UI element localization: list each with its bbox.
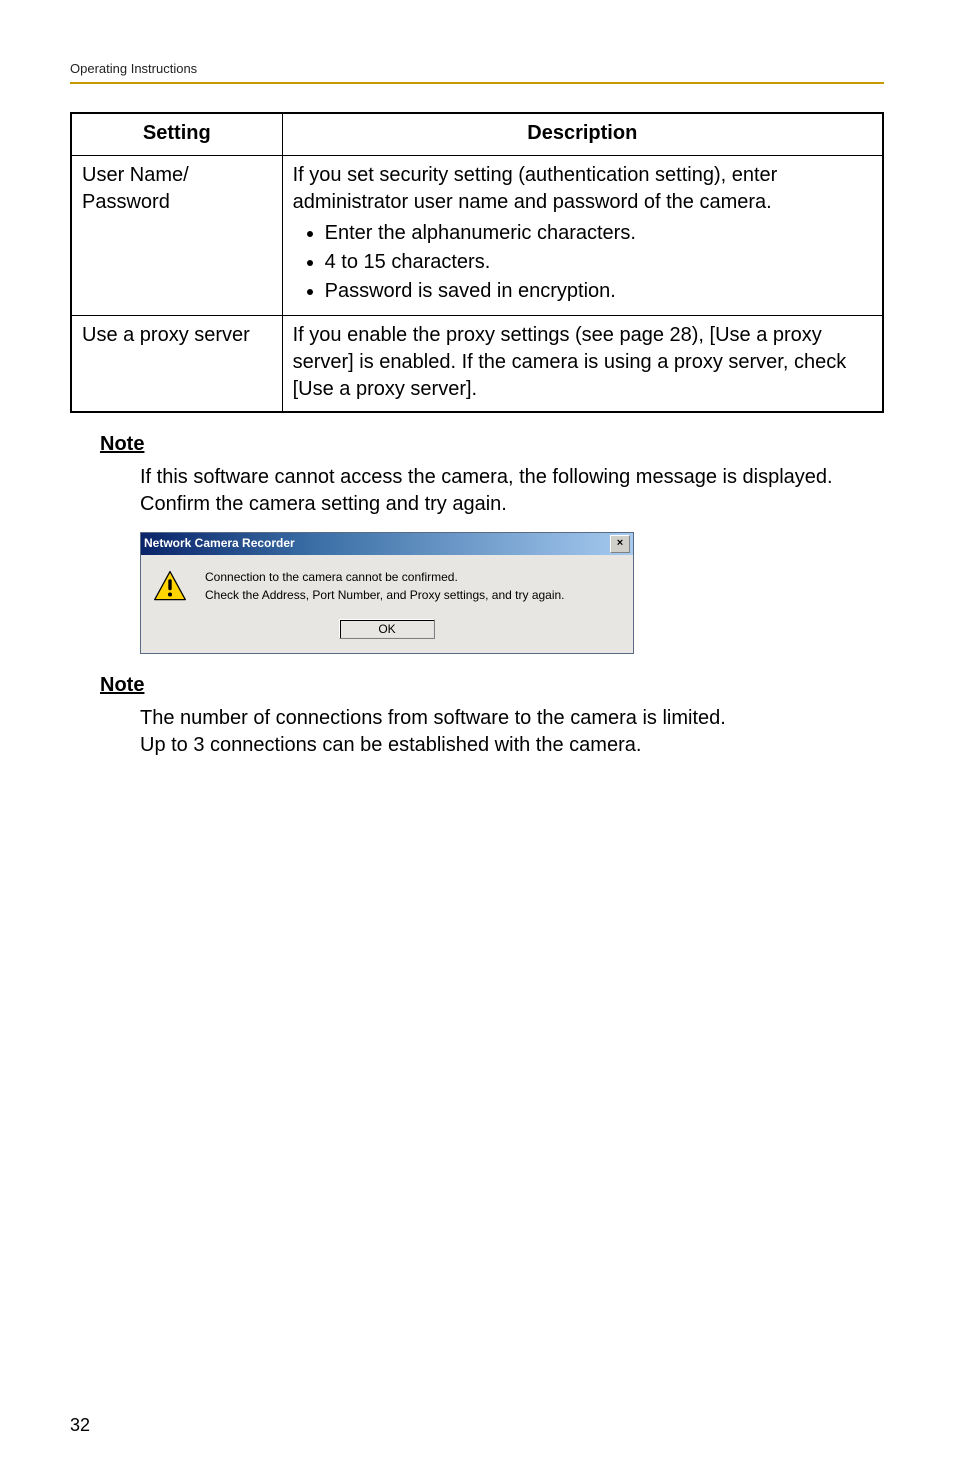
note-heading: Note	[100, 431, 884, 458]
col-header-setting: Setting	[71, 113, 282, 156]
header-rule	[70, 82, 884, 84]
running-header: Operating Instructions	[70, 60, 884, 78]
settings-table: Setting Description User Name/ Password …	[70, 112, 884, 413]
note-heading: Note	[100, 672, 884, 699]
table-row: User Name/ Password If you set security …	[71, 155, 883, 315]
cell-description-username-password: If you set security setting (authenticat…	[282, 155, 883, 315]
col-header-description: Description	[282, 113, 883, 156]
dialog-message-line1: Connection to the camera cannot be confi…	[205, 569, 621, 585]
note-body: If this software cannot access the camer…	[140, 464, 884, 518]
cell-setting-username-password: User Name/ Password	[71, 155, 282, 315]
note-body: The number of connections from software …	[140, 705, 884, 759]
table-row: Use a proxy server If you enable the pro…	[71, 315, 883, 412]
page-number: 32	[70, 1413, 90, 1437]
description-intro: If you set security setting (authenticat…	[293, 164, 778, 213]
dialog-screenshot: Network Camera Recorder × Connection to …	[140, 532, 884, 654]
dialog-message-line2: Check the Address, Port Number, and Prox…	[205, 587, 621, 603]
bullet-item: Enter the alphanumeric characters.	[325, 220, 872, 247]
warning-icon	[153, 569, 193, 607]
dialog-message: Connection to the camera cannot be confi…	[205, 569, 621, 607]
description-bullets: Enter the alphanumeric characters. 4 to …	[293, 220, 872, 305]
bullet-item: Password is saved in encryption.	[325, 278, 872, 305]
cell-setting-proxy: Use a proxy server	[71, 315, 282, 412]
ok-button[interactable]: OK	[339, 619, 435, 639]
dialog-window: Network Camera Recorder × Connection to …	[140, 532, 634, 654]
bullet-item: 4 to 15 characters.	[325, 249, 872, 276]
dialog-title: Network Camera Recorder	[144, 535, 295, 551]
note-line: The number of connections from software …	[140, 705, 884, 732]
note-line: Up to 3 connections can be established w…	[140, 732, 884, 759]
cell-description-proxy: If you enable the proxy settings (see pa…	[282, 315, 883, 412]
close-icon[interactable]: ×	[610, 535, 630, 553]
dialog-titlebar: Network Camera Recorder ×	[141, 533, 633, 555]
